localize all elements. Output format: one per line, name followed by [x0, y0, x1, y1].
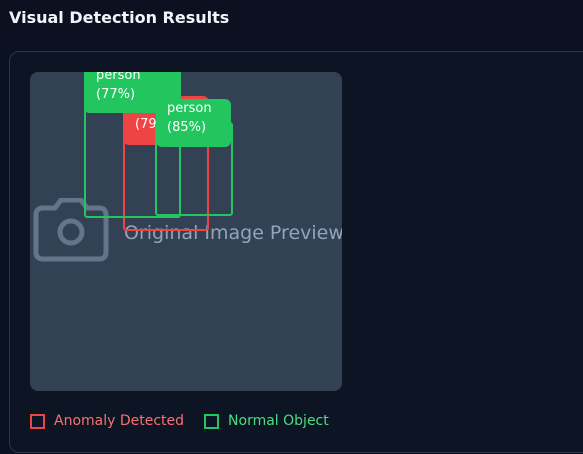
detection-label: person	[167, 101, 212, 116]
detection-label: person	[96, 72, 141, 83]
legend-label-anomaly: Anomaly Detected	[54, 413, 185, 429]
legend-item-normal: Normal Object	[204, 413, 329, 429]
normal-detection-tag: person (85%)	[156, 99, 231, 147]
legend-label-normal: Normal Object	[228, 413, 329, 429]
legend-item-anomaly: Anomaly Detected	[30, 413, 184, 429]
legend: Anomaly Detected Normal Object	[30, 413, 349, 429]
image-preview: Original Image Preview truck (79%) perso…	[30, 72, 342, 391]
normal-swatch-icon	[204, 413, 220, 429]
anomaly-swatch-icon	[30, 413, 45, 429]
detection-confidence: (85%)	[167, 120, 207, 135]
page-title: Visual Detection Results	[9, 8, 230, 27]
